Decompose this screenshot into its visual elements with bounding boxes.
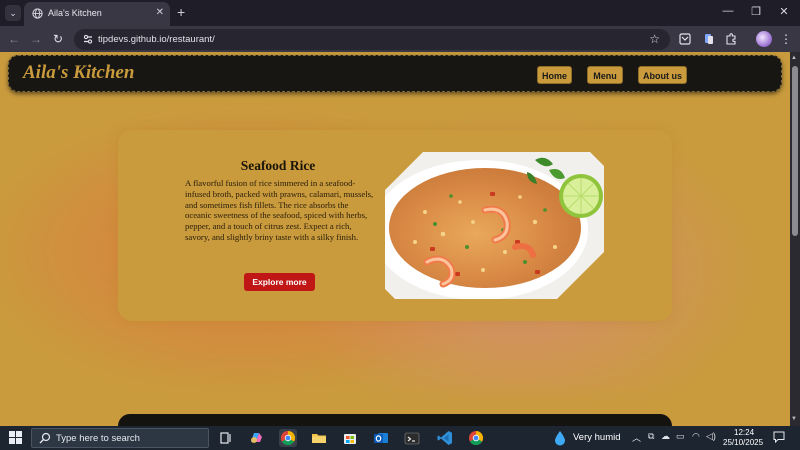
volume-icon[interactable]: ◁) (706, 431, 716, 442)
search-icon (39, 432, 51, 444)
next-section-card (118, 414, 672, 426)
chrome-icon[interactable] (279, 429, 297, 447)
show-hidden-icons-chevron-icon[interactable]: ︿ (632, 431, 641, 444)
site-brand[interactable]: Aila's Kitchen (23, 62, 134, 84)
address-bar[interactable]: tipdevs.github.io/restaurant/ ☆ (74, 29, 670, 50)
meet-now-icon[interactable]: ⧉ (648, 431, 654, 442)
search-placeholder: Type here to search (56, 433, 140, 444)
minimize-button[interactable]: — (718, 5, 738, 17)
browser-menu-icon[interactable]: ⋮ (778, 32, 794, 46)
seafood-rice-photo (385, 152, 604, 299)
url-text[interactable]: tipdevs.github.io/restaurant/ (98, 34, 215, 45)
back-button[interactable]: ← (6, 32, 22, 46)
scroll-thumb[interactable] (792, 66, 798, 236)
weather-status[interactable]: Very humid (573, 432, 621, 443)
clock-time[interactable]: 12:24 (734, 428, 754, 437)
close-tab-icon[interactable]: ✕ (156, 7, 164, 18)
reading-mode-icon[interactable] (678, 32, 692, 46)
tab-title: Aila's Kitchen (48, 8, 102, 18)
tab-search-menu-button[interactable]: ⌄ (5, 5, 21, 21)
task-view-icon[interactable] (217, 429, 235, 447)
notification-center-icon[interactable] (773, 431, 785, 443)
close-window-button[interactable]: ✕ (774, 5, 794, 18)
dish-description: A flavorful fusion of rice simmered in a… (185, 178, 374, 242)
windows-taskbar: Type here to search Very humid ︿ ⧉ ☁ ▭ ◠… (0, 426, 800, 450)
explore-more-button[interactable]: Explore more (244, 273, 315, 291)
restore-button[interactable]: ❐ (746, 5, 766, 18)
scroll-down-icon[interactable]: ▼ (791, 416, 797, 422)
microsoft-store-icon[interactable] (341, 429, 359, 447)
site-navbar: Aila's Kitchen Home Menu About us (8, 55, 782, 92)
browser-tab[interactable]: Aila's Kitchen ✕ (24, 2, 170, 26)
profile-avatar[interactable] (756, 31, 772, 47)
extensions-puzzle-icon[interactable] (724, 32, 738, 46)
wifi-icon[interactable]: ◠ (692, 431, 700, 442)
chrome-icon-second-window[interactable] (467, 429, 485, 447)
forward-button[interactable]: → (28, 32, 44, 46)
bookmark-star-icon[interactable]: ☆ (649, 32, 660, 46)
extension-icon[interactable] (702, 32, 716, 46)
page-scrollbar[interactable]: ▲ ▼ (790, 52, 800, 426)
humidity-droplet-icon[interactable] (554, 430, 566, 446)
site-info-icon[interactable] (82, 33, 94, 45)
new-tab-button[interactable]: + (177, 4, 185, 20)
taskbar-search-box[interactable]: Type here to search (31, 428, 209, 448)
onedrive-cloud-icon[interactable]: ☁ (661, 431, 670, 442)
featured-dish-card: Seafood Rice A flavorful fusion of rice … (118, 130, 672, 321)
file-explorer-icon[interactable] (310, 429, 328, 447)
windows-start-icon[interactable] (9, 431, 22, 444)
globe-icon (32, 8, 43, 19)
web-page: Aila's Kitchen Home Menu About us Seafoo… (0, 52, 790, 426)
vscode-icon[interactable] (436, 429, 454, 447)
nav-home-button[interactable]: Home (537, 66, 572, 84)
battery-icon[interactable]: ▭ (676, 431, 685, 442)
reload-button[interactable]: ↻ (50, 32, 66, 46)
nav-menu-button[interactable]: Menu (587, 66, 623, 84)
browser-toolbar: ← → ↻ tipdevs.github.io/restaurant/ ☆ ⋮ (0, 26, 800, 52)
nav-about-button[interactable]: About us (638, 66, 687, 84)
scroll-up-icon[interactable]: ▲ (791, 55, 797, 61)
tab-strip: ⌄ Aila's Kitchen ✕ + — ❐ ✕ (0, 0, 800, 26)
outlook-icon[interactable] (372, 429, 390, 447)
copilot-icon[interactable] (247, 429, 265, 447)
terminal-icon[interactable] (403, 429, 421, 447)
clock-date[interactable]: 25/10/2025 (723, 438, 763, 447)
